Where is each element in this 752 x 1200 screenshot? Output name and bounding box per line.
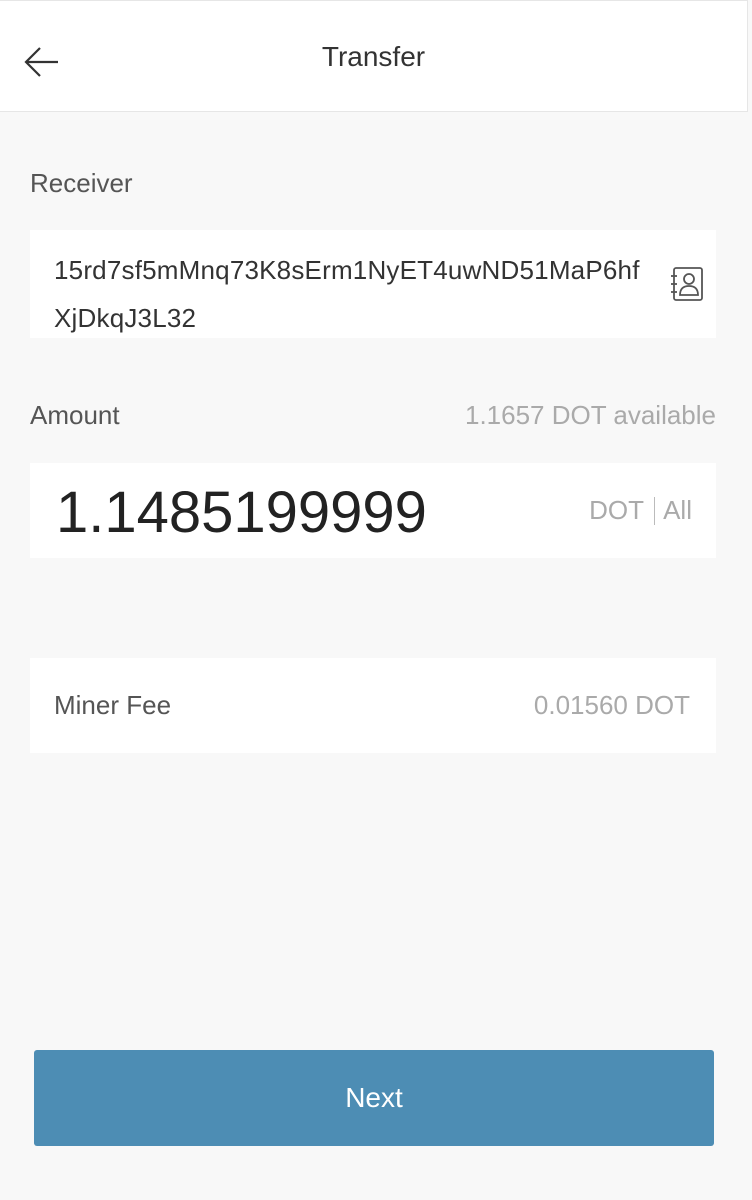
receiver-label: Receiver (30, 168, 133, 198)
contact-book-icon (671, 267, 703, 301)
amount-input[interactable] (56, 479, 516, 546)
miner-fee-row[interactable]: Miner Fee 0.01560 DOT (30, 658, 716, 753)
miner-fee-label: Miner Fee (54, 690, 172, 720)
header-bar: Transfer (0, 0, 748, 112)
amount-label: Amount (30, 400, 120, 430)
receiver-address[interactable]: 15rd7sf5mMnq73K8sErm1NyET4uwND51MaP6hfXj… (54, 246, 644, 342)
contact-book-button[interactable] (670, 266, 706, 302)
receiver-field[interactable]: 15rd7sf5mMnq73K8sErm1NyET4uwND51MaP6hfXj… (30, 230, 716, 338)
all-button[interactable]: All (663, 495, 692, 526)
amount-unit: DOT (589, 495, 644, 525)
miner-fee-value: 0.01560 DOT (533, 690, 690, 720)
amount-field[interactable]: DOT All (30, 463, 716, 558)
available-balance: 1.1657 DOT available (464, 400, 716, 430)
unit-divider (654, 497, 655, 525)
next-button[interactable]: Next (34, 1050, 714, 1146)
page-title: Transfer (321, 41, 426, 72)
